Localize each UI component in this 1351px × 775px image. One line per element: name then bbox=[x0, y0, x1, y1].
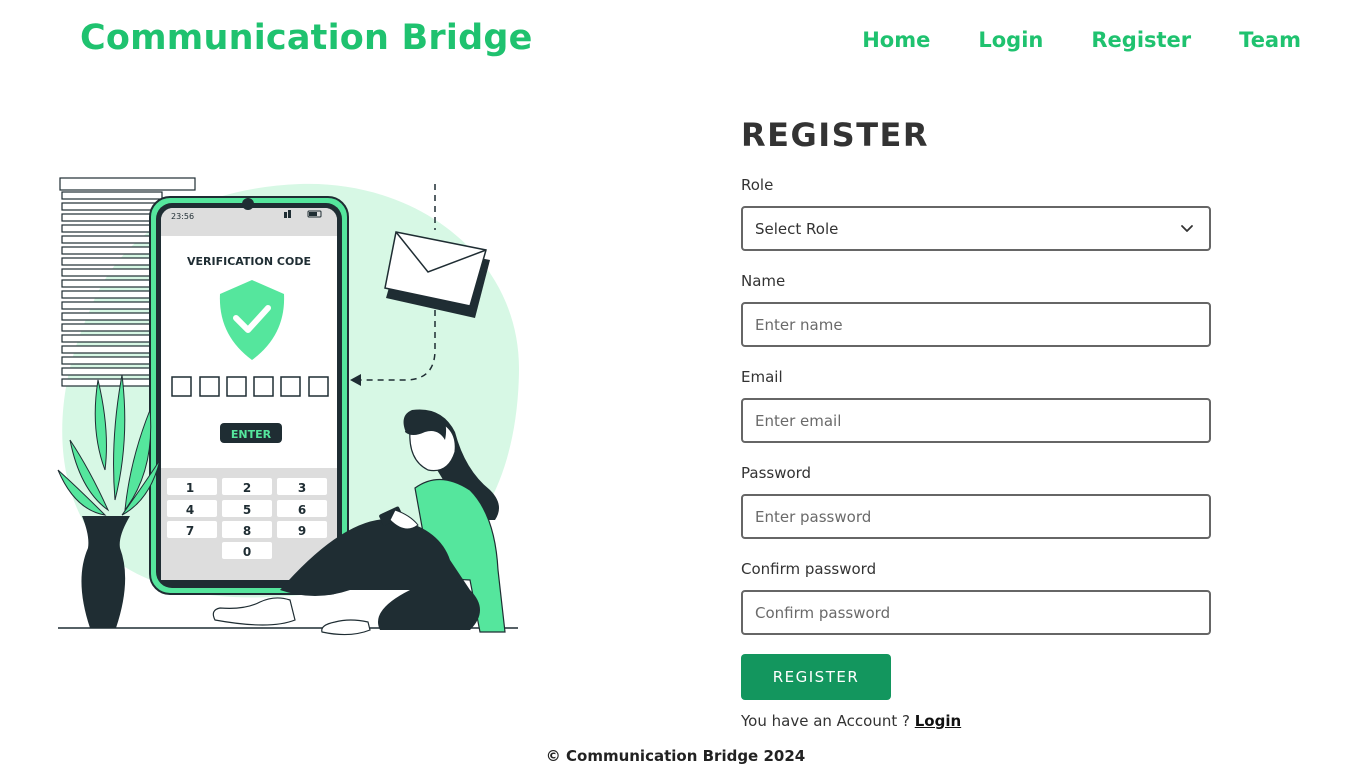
nav-register[interactable]: Register bbox=[1091, 28, 1191, 52]
verification-title: VERIFICATION CODE bbox=[187, 255, 311, 268]
chevron-down-icon bbox=[1181, 225, 1193, 232]
brand-logo-text[interactable]: Communication Bridge bbox=[80, 18, 533, 58]
role-select-value[interactable]: Select Role bbox=[741, 206, 1211, 251]
nav-login[interactable]: Login bbox=[978, 28, 1043, 52]
keypad-key: 4 bbox=[186, 503, 194, 517]
form-title: REGISTER bbox=[741, 116, 930, 154]
account-prompt-text: You have an Account ? bbox=[741, 712, 910, 730]
nav-team[interactable]: Team bbox=[1239, 28, 1301, 52]
phone-time: 23:56 bbox=[171, 212, 194, 221]
role-select[interactable]: Select Role bbox=[741, 206, 1211, 251]
enter-key-label: ENTER bbox=[231, 428, 272, 441]
keypad-key: 1 bbox=[186, 481, 194, 495]
register-button[interactable]: REGISTER bbox=[741, 654, 891, 700]
name-label: Name bbox=[741, 272, 786, 290]
name-input[interactable] bbox=[741, 302, 1211, 347]
email-label: Email bbox=[741, 368, 783, 386]
keypad-key: 0 bbox=[243, 545, 251, 559]
keypad-key: 5 bbox=[243, 503, 251, 517]
confirm-password-input[interactable] bbox=[741, 590, 1211, 635]
phone-illustration: 23:56 VERIFICATION CODE ENTER 1 2 3 4 5 bbox=[149, 196, 349, 595]
keypad-key: 3 bbox=[298, 481, 306, 495]
top-nav: Home Login Register Team bbox=[862, 28, 1301, 52]
keypad-key: 9 bbox=[298, 524, 306, 538]
password-input[interactable] bbox=[741, 494, 1211, 539]
keypad-key: 6 bbox=[298, 503, 306, 517]
footer-copyright: © Communication Bridge 2024 bbox=[545, 747, 806, 765]
keypad-key: 8 bbox=[243, 524, 251, 538]
account-prompt: You have an Account ? Login bbox=[741, 712, 1211, 730]
keypad-key: 2 bbox=[243, 481, 251, 495]
keypad-key: 7 bbox=[186, 524, 194, 538]
confirm-password-label: Confirm password bbox=[741, 560, 877, 578]
password-label: Password bbox=[741, 464, 812, 482]
role-label: Role bbox=[741, 176, 774, 194]
email-input[interactable] bbox=[741, 398, 1211, 443]
register-form: REGISTER Role Select Role Name Email Pas… bbox=[741, 116, 1211, 730]
nav-home[interactable]: Home bbox=[862, 28, 930, 52]
verification-illustration: 23:56 VERIFICATION CODE ENTER 1 2 3 4 5 bbox=[57, 177, 520, 636]
login-link[interactable]: Login bbox=[915, 712, 961, 730]
